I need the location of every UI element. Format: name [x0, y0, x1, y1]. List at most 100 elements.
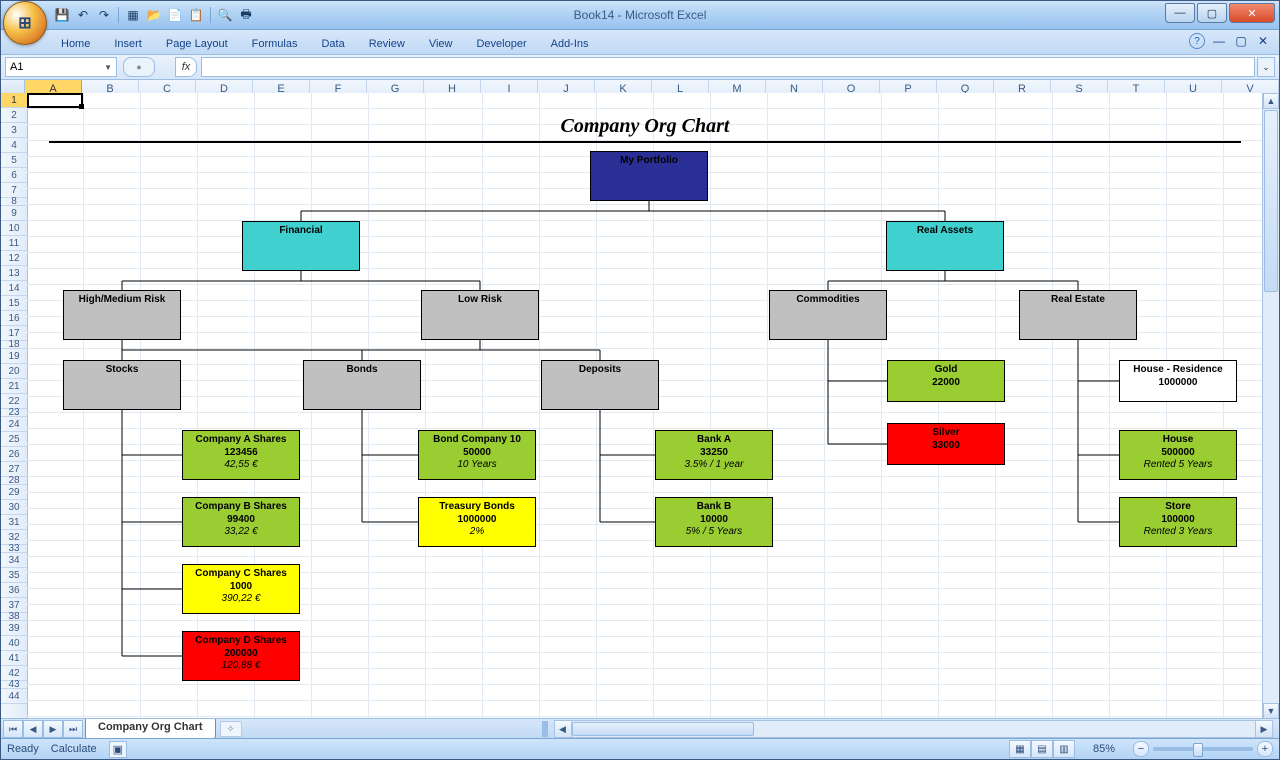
chart-node-hr[interactable]: House - Residence1000000: [1119, 360, 1237, 402]
zoom-slider-knob[interactable]: [1193, 743, 1203, 757]
row-header-18[interactable]: 18: [1, 341, 27, 349]
view-page-break-icon[interactable]: ▥: [1053, 740, 1075, 758]
chevron-down-icon[interactable]: ▼: [104, 63, 112, 72]
row-header-4[interactable]: 4: [1, 138, 27, 153]
chart-node-lr[interactable]: Low Risk: [421, 290, 539, 340]
chart-node-cd[interactable]: Company D Shares200000120,88 €: [182, 631, 300, 681]
zoom-level[interactable]: 85%: [1093, 743, 1115, 755]
row-header-41[interactable]: 41: [1, 651, 27, 666]
paste-icon[interactable]: 📋: [187, 6, 205, 24]
chart-node-com[interactable]: Commodities: [769, 290, 887, 340]
maximize-button[interactable]: ▢: [1197, 3, 1227, 23]
zoom-slider[interactable]: [1153, 747, 1253, 751]
row-header-13[interactable]: 13: [1, 266, 27, 281]
row-header-44[interactable]: 44: [1, 689, 27, 704]
chart-node-de[interactable]: Deposits: [541, 360, 659, 410]
chart-node-go[interactable]: Gold22000: [887, 360, 1005, 402]
restore-window-icon[interactable]: ▢: [1233, 33, 1249, 49]
sheet-nav-first-icon[interactable]: ⏮: [3, 720, 23, 738]
close-button[interactable]: ✕: [1229, 3, 1275, 23]
row-header-8[interactable]: 8: [1, 198, 27, 206]
row-header-29[interactable]: 29: [1, 485, 27, 500]
print-icon[interactable]: 🖶: [237, 6, 255, 24]
row-header-12[interactable]: 12: [1, 251, 27, 266]
sheet-tab-active[interactable]: Company Org Chart: [85, 719, 216, 740]
row-header-23[interactable]: 23: [1, 409, 27, 417]
copy-icon[interactable]: 📄: [166, 6, 184, 24]
tab-data[interactable]: Data: [309, 35, 356, 54]
chart-node-st[interactable]: Stocks: [63, 360, 181, 410]
row-header-28[interactable]: 28: [1, 477, 27, 485]
row-header-38[interactable]: 38: [1, 613, 27, 621]
row-header-10[interactable]: 10: [1, 221, 27, 236]
chart-node-tb[interactable]: Treasury Bonds10000002%: [418, 497, 536, 547]
chart-node-si[interactable]: Silver33000: [887, 423, 1005, 465]
row-header-9[interactable]: 9: [1, 206, 27, 221]
tab-view[interactable]: View: [417, 35, 465, 54]
row-header-11[interactable]: 11: [1, 236, 27, 251]
row-header-21[interactable]: 21: [1, 379, 27, 394]
scroll-left-icon[interactable]: ◀: [555, 721, 572, 737]
row-header-24[interactable]: 24: [1, 417, 27, 432]
row-header-34[interactable]: 34: [1, 553, 27, 568]
macro-record-icon[interactable]: ▣: [109, 741, 127, 758]
hscroll-thumb[interactable]: [572, 722, 754, 736]
row-header-5[interactable]: 5: [1, 153, 27, 168]
row-header-33[interactable]: 33: [1, 545, 27, 553]
sheet-nav-last-icon[interactable]: ⏭: [63, 720, 83, 738]
row-header-35[interactable]: 35: [1, 568, 27, 583]
vscroll-thumb[interactable]: [1264, 110, 1278, 292]
close-workbook-icon[interactable]: ✕: [1255, 33, 1271, 49]
tab-insert[interactable]: Insert: [102, 35, 154, 54]
zoom-out-icon[interactable]: −: [1133, 741, 1149, 757]
row-header-2[interactable]: 2: [1, 108, 27, 123]
office-button[interactable]: ⊞: [3, 1, 47, 45]
chart-node-cb[interactable]: Company B Shares9940033,22 €: [182, 497, 300, 547]
help-icon[interactable]: ?: [1189, 33, 1205, 49]
row-header-39[interactable]: 39: [1, 621, 27, 636]
row-header-3[interactable]: 3: [1, 123, 27, 138]
new-sheet-icon[interactable]: ✧: [220, 721, 242, 737]
row-header-36[interactable]: 36: [1, 583, 27, 598]
chart-node-ba[interactable]: Bank A332503.5% / 1 year: [655, 430, 773, 480]
minimize-button[interactable]: —: [1165, 3, 1195, 23]
chart-node-re[interactable]: Real Estate: [1019, 290, 1137, 340]
row-header-31[interactable]: 31: [1, 515, 27, 530]
chart-node-hmr[interactable]: High/Medium Risk: [63, 290, 181, 340]
row-header-14[interactable]: 14: [1, 281, 27, 296]
print-preview-icon[interactable]: 🔍: [216, 6, 234, 24]
row-header-30[interactable]: 30: [1, 500, 27, 515]
chart-node-bb[interactable]: Bank B100005% / 5 Years: [655, 497, 773, 547]
chart-node-ho[interactable]: House500000Rented 5 Years: [1119, 430, 1237, 480]
scroll-up-icon[interactable]: ▲: [1263, 93, 1279, 109]
chart-node-cc[interactable]: Company C Shares1000390,22 €: [182, 564, 300, 614]
undo-icon[interactable]: ↶: [74, 6, 92, 24]
view-page-layout-icon[interactable]: ▤: [1031, 740, 1053, 758]
row-header-20[interactable]: 20: [1, 364, 27, 379]
horizontal-scrollbar[interactable]: ◀ ▶: [554, 720, 1273, 738]
expand-formula-bar-icon[interactable]: ⌄: [1257, 57, 1275, 77]
name-box[interactable]: A1 ▼: [5, 57, 117, 77]
formula-input[interactable]: [201, 57, 1255, 77]
row-header-26[interactable]: 26: [1, 447, 27, 462]
save-icon[interactable]: 💾: [53, 6, 71, 24]
sheet-nav-next-icon[interactable]: ▶: [43, 720, 63, 738]
tab-addins[interactable]: Add-Ins: [539, 35, 601, 54]
chart-node-fin[interactable]: Financial: [242, 221, 360, 271]
chart-node-root[interactable]: My Portfolio: [590, 151, 708, 201]
fx-dropdown-icon[interactable]: ●: [136, 62, 141, 72]
tab-page-layout[interactable]: Page Layout: [154, 35, 240, 54]
fx-button[interactable]: fx: [175, 57, 197, 77]
tab-developer[interactable]: Developer: [464, 35, 538, 54]
row-header-25[interactable]: 25: [1, 432, 27, 447]
row-header-16[interactable]: 16: [1, 311, 27, 326]
new-icon[interactable]: ▦: [124, 6, 142, 24]
tab-split-handle[interactable]: [542, 721, 548, 737]
view-normal-icon[interactable]: ▦: [1009, 740, 1031, 758]
scroll-down-icon[interactable]: ▼: [1263, 703, 1279, 719]
row-header-40[interactable]: 40: [1, 636, 27, 651]
sheet-nav-prev-icon[interactable]: ◀: [23, 720, 43, 738]
row-header-6[interactable]: 6: [1, 168, 27, 183]
zoom-in-icon[interactable]: +: [1257, 741, 1273, 757]
chart-node-bc[interactable]: Bond Company 105000010 Years: [418, 430, 536, 480]
